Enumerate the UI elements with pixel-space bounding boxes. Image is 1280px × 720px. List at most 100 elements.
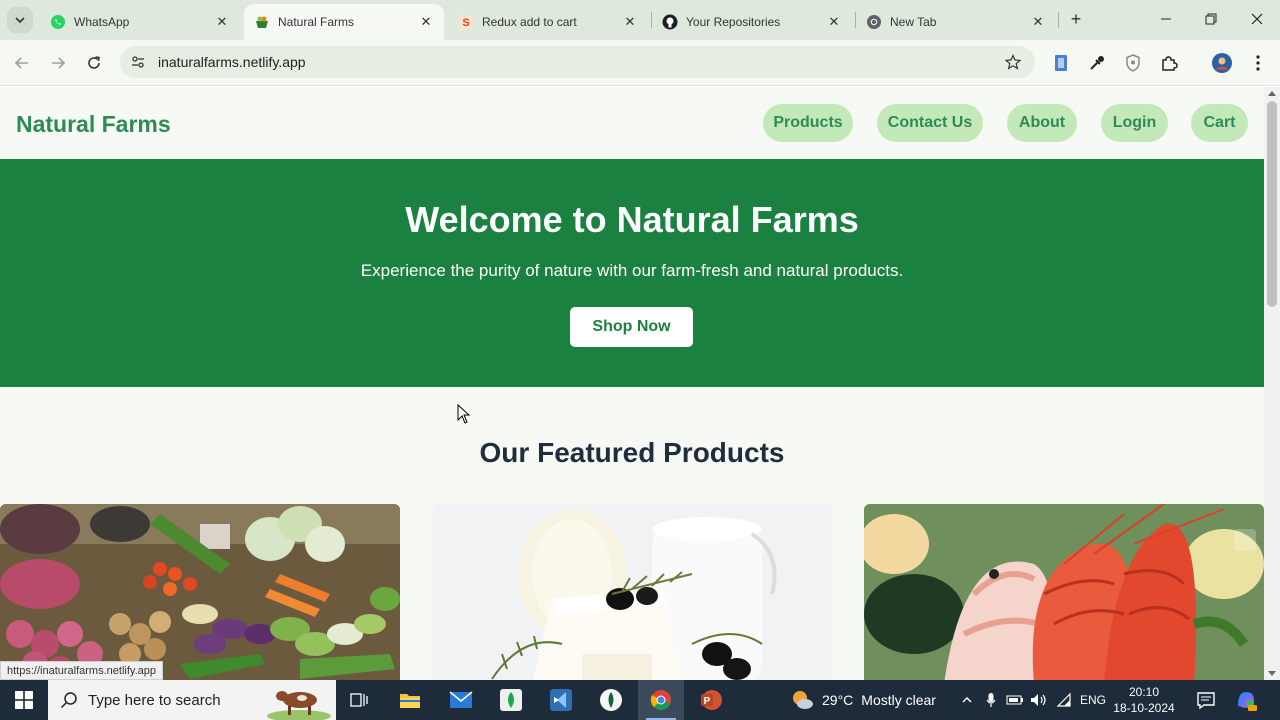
page-scrollbar[interactable] [1264,87,1280,680]
taskbar-vscode[interactable] [538,680,584,720]
extension-docs-button[interactable] [1051,53,1071,73]
page-viewport: Natural Farms Products Contact Us About … [0,87,1264,680]
tab-natural-farms[interactable]: Natural Farms ✕ [244,4,444,40]
taskbar-chrome[interactable] [638,680,684,720]
mongodb-icon [500,689,522,711]
tab-separator [1058,12,1059,28]
microphone-tray[interactable] [982,691,1000,709]
browser-menu-button[interactable] [1248,53,1268,73]
cow-illustration-icon [267,691,331,720]
tab-new-tab[interactable]: New Tab ✕ [856,4,1056,40]
taskbar-mongodb-atlas[interactable] [588,680,634,720]
mongodb-leaf-icon [600,689,622,711]
close-icon[interactable]: ✕ [418,14,434,30]
site-info-icon[interactable] [130,54,146,70]
restore-icon [1205,13,1217,25]
product-card-vegetables[interactable] [0,504,400,680]
product-card-dairy[interactable] [432,504,832,680]
puzzle-icon [1162,56,1178,71]
minimize-icon [1161,18,1171,20]
extension-colorpicker-button[interactable] [1087,53,1107,73]
mail-icon [449,691,473,708]
hero-subtitle: Experience the purity of nature with our… [360,261,904,280]
extension-shield-button[interactable] [1123,53,1143,73]
taskbar-mail[interactable] [438,680,484,720]
browser-toolbar: inaturalfarms.netlify.app [0,40,1280,86]
arrow-left-icon [14,57,28,69]
address-bar[interactable]: inaturalfarms.netlify.app [120,46,1035,78]
reload-icon [88,56,100,69]
system-clock[interactable]: 20:10 18-10-2024 [1112,684,1176,716]
avatar-icon [1212,53,1232,73]
nav-login[interactable]: Login [1101,104,1168,142]
microphone-icon [986,693,996,707]
site-logo[interactable]: Natural Farms [16,111,171,138]
chrome-icon [650,690,671,710]
mouse-cursor-icon [457,404,471,424]
product-card-seafood[interactable] [864,504,1264,680]
nav-products[interactable]: Products [763,104,853,142]
wifi-icon [1056,693,1071,707]
forward-button[interactable] [44,49,72,77]
natural-farms-favicon [254,14,270,30]
tab-search-button[interactable] [7,7,33,33]
vegetables-image [0,504,400,680]
back-button[interactable] [8,49,36,77]
tab-title: Natural Farms [278,15,355,29]
tab-title: New Tab [890,15,937,29]
scroll-up-icon[interactable] [1268,91,1276,96]
tab-whatsapp[interactable]: WhatsApp ✕ [40,4,240,40]
weather-widget[interactable]: 29°C Mostly clear [790,680,936,720]
close-icon [1251,13,1263,25]
nav-about[interactable]: About [1007,104,1077,142]
extensions-button[interactable] [1159,53,1179,73]
scrollbar-thumb[interactable] [1267,101,1277,307]
folder-icon [400,694,420,708]
scroll-down-icon[interactable] [1268,671,1276,676]
eyedropper-icon [1090,56,1104,70]
new-tab-button[interactable]: + [1066,9,1086,29]
tab-redux-add-to-cart[interactable]: S Redux add to cart ✕ [448,4,648,40]
close-icon[interactable]: ✕ [1030,14,1046,30]
close-window-button[interactable] [1234,0,1280,38]
show-hidden-icons-button[interactable] [958,691,976,709]
notification-icon[interactable] [1196,690,1216,710]
close-icon[interactable]: ✕ [214,14,230,30]
close-icon[interactable]: ✕ [826,14,842,30]
svg-text:P: P [704,696,711,707]
close-icon[interactable]: ✕ [622,14,638,30]
restore-button[interactable] [1188,0,1234,38]
weather-temp: 29°C [822,692,854,708]
site-header: Natural Farms Products Contact Us About … [0,87,1264,159]
search-icon [60,692,77,709]
powerpoint-icon: P [701,690,722,710]
shop-now-button[interactable]: Shop Now [570,307,693,347]
chevron-down-icon [15,17,25,24]
taskbar-file-explorer[interactable] [387,680,433,720]
weather-condition: Mostly clear [861,692,936,708]
nav-contact-us[interactable]: Contact Us [877,104,983,142]
link-status-bubble: https://inaturalfarms.netlify.app [0,661,163,680]
task-view-button[interactable] [336,680,382,720]
search-placeholder: Type here to search [88,691,221,709]
copilot-icon[interactable] [1234,688,1258,712]
reload-button[interactable] [80,49,108,77]
tab-title: Your Repositories [686,15,781,29]
taskbar-mongodb-compass[interactable] [488,680,534,720]
taskbar-search-box[interactable]: Type here to search [48,680,336,720]
language-indicator[interactable]: ENG [1080,680,1106,720]
volume-tray[interactable] [1030,691,1048,709]
dairy-cheese-image [432,504,832,680]
bookmark-star-icon[interactable] [1005,54,1021,70]
taskbar-powerpoint[interactable]: P [688,680,734,720]
nav-cart[interactable]: Cart [1191,104,1248,142]
profile-avatar[interactable] [1212,53,1232,73]
chevron-up-icon [962,696,972,703]
plus-icon: + [1070,8,1082,29]
start-button[interactable] [0,680,48,720]
tab-your-repositories[interactable]: Your Repositories ✕ [652,4,852,40]
chrome-icon [866,14,882,30]
minimize-button[interactable] [1143,0,1189,38]
wifi-tray[interactable] [1055,691,1073,709]
battery-tray[interactable] [1006,691,1024,709]
